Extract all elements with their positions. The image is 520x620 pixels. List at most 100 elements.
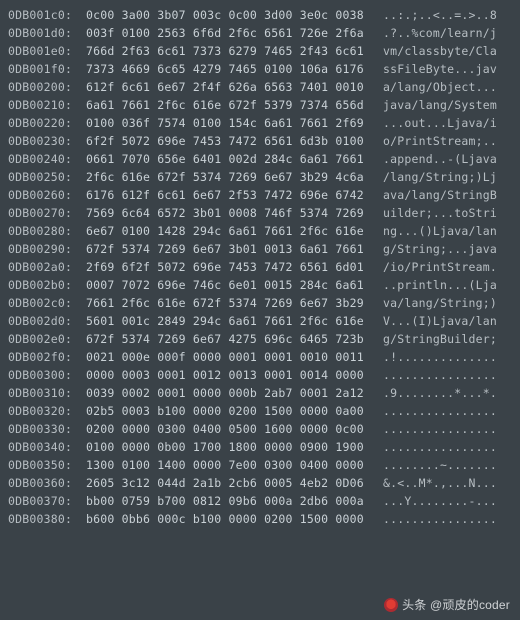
hex-row: 0DB00210: 6a61 7661 2f6c 616e 672f 5379 … xyxy=(8,96,512,114)
ascii: ................ xyxy=(371,366,497,384)
bytes: 6e67 0100 1428 294c 6a61 7661 2f6c 616e xyxy=(86,222,371,240)
offset: 0DB00200: xyxy=(8,78,86,96)
offset: 0DB002d0: xyxy=(8,312,86,330)
hex-row: 0DB001f0: 7373 4669 6c65 4279 7465 0100 … xyxy=(8,60,512,78)
hex-row: 0DB00290: 672f 5374 7269 6e67 3b01 0013 … xyxy=(8,240,512,258)
bytes: 0c00 3a00 3b07 003c 0c00 3d00 3e0c 0038 xyxy=(86,6,371,24)
bytes: 7569 6c64 6572 3b01 0008 746f 5374 7269 xyxy=(86,204,371,222)
bytes: 2605 3c12 044d 2a1b 2cb6 0005 4eb2 0D06 xyxy=(86,474,371,492)
offset: 0DB00320: xyxy=(8,402,86,420)
hex-row: 0DB00270: 7569 6c64 6572 3b01 0008 746f … xyxy=(8,204,512,222)
bytes: 672f 5374 7269 6e67 4275 696c 6465 723b xyxy=(86,330,371,348)
bytes: 672f 5374 7269 6e67 3b01 0013 6a61 7661 xyxy=(86,240,371,258)
bytes: 0039 0002 0001 0000 000b 2ab7 0001 2a12 xyxy=(86,384,371,402)
hex-row: 0DB001c0: 0c00 3a00 3b07 003c 0c00 3d00 … xyxy=(8,6,512,24)
bytes: 003f 0100 2563 6f6d 2f6c 6561 726e 2f6a xyxy=(86,24,371,42)
hex-dump: 0DB001c0: 0c00 3a00 3b07 003c 0c00 3d00 … xyxy=(0,0,520,534)
offset: 0DB00270: xyxy=(8,204,86,222)
hex-row: 0DB002c0: 7661 2f6c 616e 672f 5374 7269 … xyxy=(8,294,512,312)
offset: 0DB002b0: xyxy=(8,276,86,294)
offset: 0DB001e0: xyxy=(8,42,86,60)
ascii: ........~....... xyxy=(371,456,497,474)
offset: 0DB001f0: xyxy=(8,60,86,78)
bytes: 6a61 7661 2f6c 616e 672f 5379 7374 656d xyxy=(86,96,371,114)
hex-row: 0DB002d0: 5601 001c 2849 294c 6a61 7661 … xyxy=(8,312,512,330)
bytes: 6f2f 5072 696e 7453 7472 6561 6d3b 0100 xyxy=(86,132,371,150)
offset: 0DB002f0: xyxy=(8,348,86,366)
hex-row: 0DB002f0: 0021 000e 000f 0000 0001 0001 … xyxy=(8,348,512,366)
ascii: .?..%com/learn/j xyxy=(371,24,497,42)
ascii: ................ xyxy=(371,420,497,438)
ascii: ................ xyxy=(371,438,497,456)
hex-row: 0DB00260: 6176 612f 6c61 6e67 2f53 7472 … xyxy=(8,186,512,204)
ascii: .9........*...*. xyxy=(371,384,497,402)
offset: 0DB001d0: xyxy=(8,24,86,42)
watermark: 头条 @顽皮的coder xyxy=(384,596,510,614)
offset: 0DB00290: xyxy=(8,240,86,258)
ascii: g/StringBuilder; xyxy=(371,330,497,348)
ascii: /lang/String;)Lj xyxy=(371,168,497,186)
ascii: o/PrintStream;.. xyxy=(371,132,497,150)
hex-row: 0DB00340: 0100 0000 0b00 1700 1800 0000 … xyxy=(8,438,512,456)
offset: 0DB00240: xyxy=(8,150,86,168)
hex-row: 0DB001d0: 003f 0100 2563 6f6d 2f6c 6561 … xyxy=(8,24,512,42)
offset: 0DB00300: xyxy=(8,366,86,384)
ascii: vm/classbyte/Cla xyxy=(371,42,497,60)
ascii: ...out...Ljava/i xyxy=(371,114,497,132)
offset: 0DB00350: xyxy=(8,456,86,474)
hex-row: 0DB001e0: 766d 2f63 6c61 7373 6279 7465 … xyxy=(8,42,512,60)
ascii: java/lang/System xyxy=(371,96,497,114)
bytes: 0661 7070 656e 6401 002d 284c 6a61 7661 xyxy=(86,150,371,168)
offset: 0DB00280: xyxy=(8,222,86,240)
hex-row: 0DB00320: 02b5 0003 b100 0000 0200 1500 … xyxy=(8,402,512,420)
ascii: .append..-(Ljava xyxy=(371,150,497,168)
hex-row: 0DB00330: 0200 0000 0300 0400 0500 1600 … xyxy=(8,420,512,438)
bytes: 0100 036f 7574 0100 154c 6a61 7661 2f69 xyxy=(86,114,371,132)
offset: 0DB002c0: xyxy=(8,294,86,312)
bytes: 7661 2f6c 616e 672f 5374 7269 6e67 3b29 xyxy=(86,294,371,312)
offset: 0DB001c0: xyxy=(8,6,86,24)
bytes: 0100 0000 0b00 1700 1800 0000 0900 1900 xyxy=(86,438,371,456)
offset: 0DB00360: xyxy=(8,474,86,492)
offset: 0DB00340: xyxy=(8,438,86,456)
hex-row: 0DB00310: 0039 0002 0001 0000 000b 2ab7 … xyxy=(8,384,512,402)
ascii: V...(I)Ljava/lan xyxy=(371,312,497,330)
offset: 0DB002a0: xyxy=(8,258,86,276)
hex-row: 0DB002e0: 672f 5374 7269 6e67 4275 696c … xyxy=(8,330,512,348)
hex-row: 0DB00280: 6e67 0100 1428 294c 6a61 7661 … xyxy=(8,222,512,240)
hex-row: 0DB00360: 2605 3c12 044d 2a1b 2cb6 0005 … xyxy=(8,474,512,492)
bytes: 0200 0000 0300 0400 0500 1600 0000 0c00 xyxy=(86,420,371,438)
ascii: ...Y........-... xyxy=(371,492,497,510)
offset: 0DB00380: xyxy=(8,510,86,528)
ascii: va/lang/String;) xyxy=(371,294,497,312)
bytes: 0000 0003 0001 0012 0013 0001 0014 0000 xyxy=(86,366,371,384)
ascii: ssFileByte...jav xyxy=(371,60,497,78)
bytes: 6176 612f 6c61 6e67 2f53 7472 696e 6742 xyxy=(86,186,371,204)
offset: 0DB00250: xyxy=(8,168,86,186)
ascii: &.<..M*.,...N... xyxy=(371,474,497,492)
bytes: 766d 2f63 6c61 7373 6279 7465 2f43 6c61 xyxy=(86,42,371,60)
watermark-text: 头条 @顽皮的coder xyxy=(402,596,510,614)
hex-row: 0DB00250: 2f6c 616e 672f 5374 7269 6e67 … xyxy=(8,168,512,186)
offset: 0DB00260: xyxy=(8,186,86,204)
bytes: 1300 0100 1400 0000 7e00 0300 0400 0000 xyxy=(86,456,371,474)
offset: 0DB002e0: xyxy=(8,330,86,348)
ascii: ..println...(Lja xyxy=(371,276,497,294)
ascii: ................ xyxy=(371,510,497,528)
offset: 0DB00310: xyxy=(8,384,86,402)
hex-row: 0DB00240: 0661 7070 656e 6401 002d 284c … xyxy=(8,150,512,168)
hex-row: 0DB00200: 612f 6c61 6e67 2f4f 626a 6563 … xyxy=(8,78,512,96)
ascii: ng...()Ljava/lan xyxy=(371,222,497,240)
hex-row: 0DB002b0: 0007 7072 696e 746c 6e01 0015 … xyxy=(8,276,512,294)
offset: 0DB00220: xyxy=(8,114,86,132)
ascii: ava/lang/StringB xyxy=(371,186,497,204)
bytes: 7373 4669 6c65 4279 7465 0100 106a 6176 xyxy=(86,60,371,78)
ascii: ..:.;..<..=.>..8 xyxy=(371,6,497,24)
ascii: /io/PrintStream. xyxy=(371,258,497,276)
hex-row: 0DB00300: 0000 0003 0001 0012 0013 0001 … xyxy=(8,366,512,384)
offset: 0DB00370: xyxy=(8,492,86,510)
hex-row: 0DB00380: b600 0bb6 000c b100 0000 0200 … xyxy=(8,510,512,528)
ascii: uilder;...toStri xyxy=(371,204,497,222)
hex-row: 0DB002a0: 2f69 6f2f 5072 696e 7453 7472 … xyxy=(8,258,512,276)
bytes: 02b5 0003 b100 0000 0200 1500 0000 0a00 xyxy=(86,402,371,420)
